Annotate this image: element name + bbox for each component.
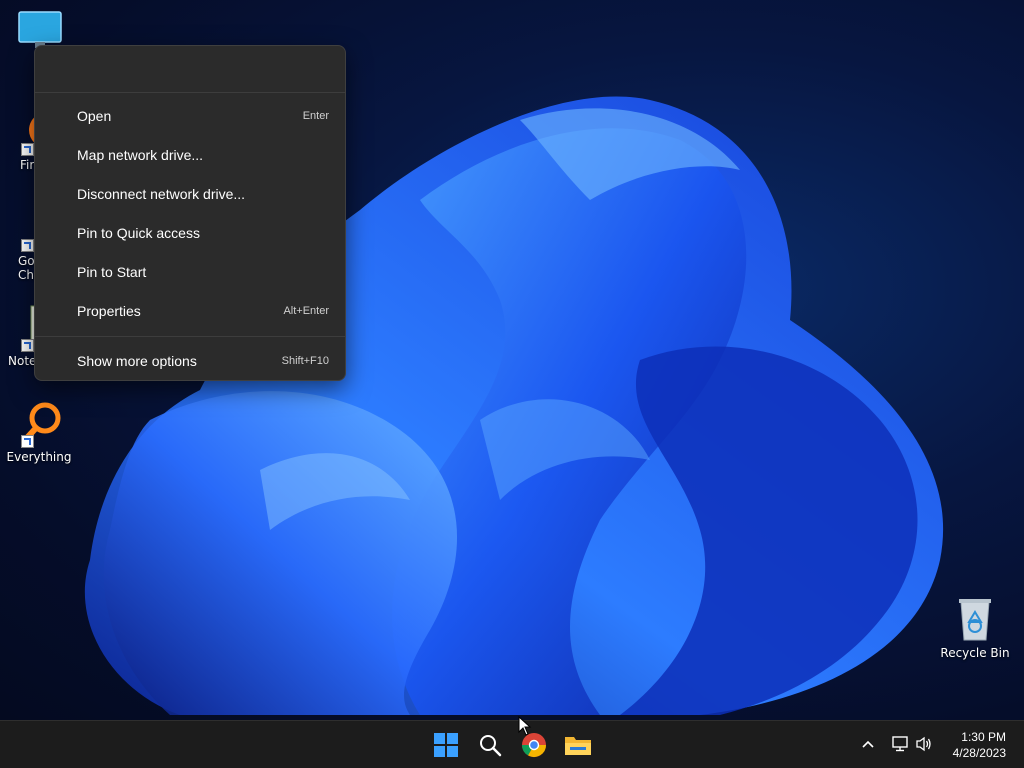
- menu-item-label: Properties: [77, 302, 141, 319]
- menu-item-label: Pin to Quick access: [77, 224, 200, 241]
- clock-date: 4/28/2023: [952, 746, 1006, 760]
- desktop-icon-label: Go Chr: [18, 254, 39, 282]
- context-menu-quick-actions-bar: [35, 46, 345, 93]
- menu-item-accelerator: Enter: [302, 109, 329, 122]
- search-icon: [480, 735, 502, 757]
- network-icon: [892, 736, 908, 752]
- context-menu: Open Enter Map network drive... Disconne…: [34, 45, 346, 381]
- menu-item-label: Open: [77, 107, 112, 124]
- menu-item-pin-to-quick-access[interactable]: Pin to Quick access: [39, 213, 341, 252]
- menu-item-properties[interactable]: Properties Alt+Enter: [39, 291, 341, 330]
- desktop-icon-recycle-bin[interactable]: Recycle Bin: [936, 596, 1014, 660]
- search-button[interactable]: [470, 725, 510, 765]
- shortcut-arrow-icon: [21, 435, 34, 448]
- desktop-icon-everything[interactable]: Everything: [0, 400, 78, 464]
- menu-item-show-more-options[interactable]: Show more options Shift+F10: [39, 341, 341, 380]
- shortcut-arrow-icon: [21, 143, 34, 156]
- menu-item-open[interactable]: Open Enter: [39, 96, 341, 135]
- recycle-bin-icon: [951, 596, 999, 644]
- chevron-up-icon: [862, 740, 874, 748]
- desktop-icon-label: Recycle Bin: [940, 646, 1010, 660]
- desktop-icon-label: Everything: [6, 450, 72, 464]
- menu-item-label: Pin to Start: [77, 263, 147, 280]
- start-icon: [434, 733, 458, 757]
- menu-item-disconnect-network-drive[interactable]: Disconnect network drive...: [39, 174, 341, 213]
- clock[interactable]: 1:30 PM 4/28/2023: [953, 729, 1006, 761]
- show-hidden-icons-button[interactable]: [858, 734, 878, 754]
- network-tray-button[interactable]: [890, 734, 910, 754]
- volume-tray-button[interactable]: [914, 734, 934, 754]
- menu-separator: [35, 336, 345, 337]
- mouse-cursor-icon: [518, 716, 532, 736]
- volume-icon: [916, 736, 931, 752]
- file-explorer-icon: [565, 737, 591, 755]
- shortcut-arrow-icon: [21, 239, 34, 252]
- desktop[interactable]: Fir Go Chr Note Everything Recycle Bin O…: [0, 0, 1024, 720]
- menu-item-accelerator: Shift+F10: [281, 354, 329, 367]
- menu-item-label: Show more options: [77, 352, 197, 369]
- shortcut-arrow-icon: [21, 339, 34, 352]
- clock-time: 1:30 PM: [961, 730, 1006, 744]
- context-menu-items: Open Enter Map network drive... Disconne…: [35, 93, 345, 380]
- taskbar: 1:30 PM 4/28/2023: [0, 720, 1024, 768]
- everything-search-icon: [15, 400, 63, 448]
- menu-item-pin-to-start[interactable]: Pin to Start: [39, 252, 341, 291]
- start-button[interactable]: [426, 725, 466, 765]
- menu-item-map-network-drive[interactable]: Map network drive...: [39, 135, 341, 174]
- menu-item-label: Map network drive...: [77, 146, 204, 163]
- taskbar-file-explorer-button[interactable]: [558, 725, 598, 765]
- menu-item-label: Disconnect network drive...: [77, 185, 246, 202]
- menu-item-accelerator: Alt+Enter: [283, 304, 329, 317]
